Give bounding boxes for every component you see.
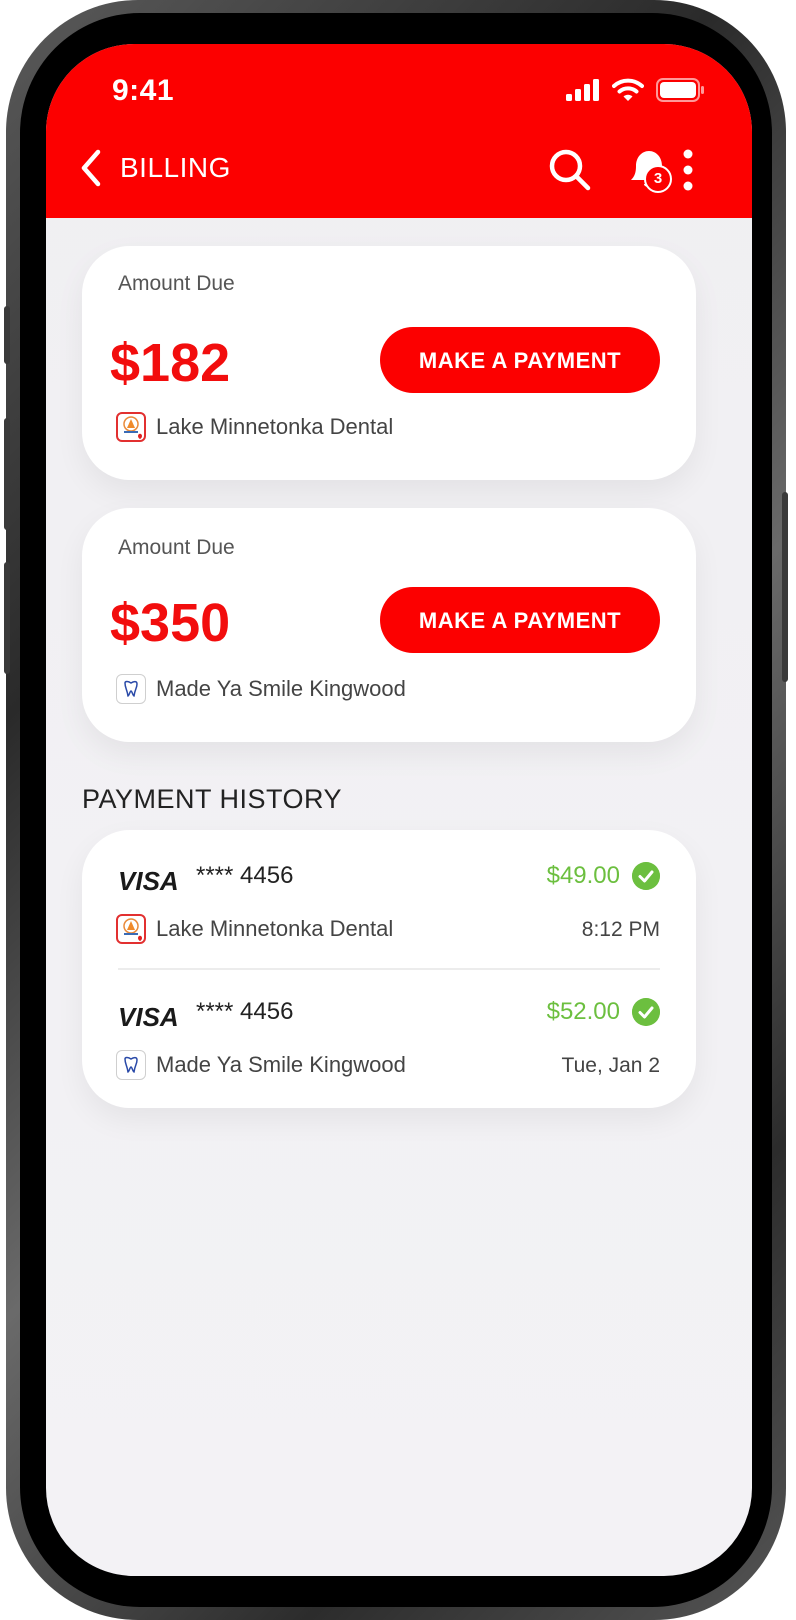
made-ya-smile-logo <box>116 1050 146 1080</box>
volume-down-button <box>4 562 10 674</box>
amount-due-card: Amount Due $182 MAKE A PAYMENT Lake Minn… <box>82 246 696 480</box>
lake-minnetonka-dental-logo <box>116 914 146 944</box>
battery-icon <box>656 78 704 102</box>
check-circle-icon <box>632 998 660 1026</box>
payment-time: 8:12 PM <box>581 918 660 941</box>
card-number: **** 4456 <box>196 862 294 889</box>
make-payment-button[interactable]: MAKE A PAYMENT <box>380 587 660 653</box>
clinic-row: Lake Minnetonka Dental <box>116 412 393 442</box>
status-time: 9:41 <box>112 74 175 107</box>
visa-logo: VISA <box>118 1002 179 1032</box>
notification-badge: 3 <box>644 165 672 193</box>
payment-amount: $52.00 <box>546 998 620 1025</box>
clinic-name: Made Ya Smile Kingwood <box>156 1052 406 1077</box>
payment-amount: $49.00 <box>546 862 620 889</box>
check-circle-icon <box>632 862 660 890</box>
search-icon[interactable] <box>548 148 592 192</box>
amount-due-label: Amount Due <box>118 272 235 295</box>
clinic-name: Lake Minnetonka Dental <box>156 414 394 439</box>
amount-due-card: Amount Due $350 MAKE A PAYMENT Made Ya S… <box>82 508 696 742</box>
clinic-row: Made Ya Smile Kingwood <box>116 674 406 704</box>
payment-history-title: PAYMENT HISTORY <box>82 784 343 814</box>
status-icons <box>566 78 704 102</box>
amount-due-label: Amount Due <box>118 536 235 559</box>
payment-history-card: VISA **** 4456 $49.00 Lake Minnetonka De… <box>82 830 696 1108</box>
amount-due-value: $350 <box>110 593 231 653</box>
wifi-icon <box>612 78 644 101</box>
action-button <box>4 306 10 364</box>
payment-history-row[interactable]: VISA **** 4456 $49.00 Lake Minnetonka De… <box>116 860 660 970</box>
back-icon[interactable] <box>76 148 110 188</box>
cellular-signal-icon <box>566 79 599 101</box>
clinic-row: Lake Minnetonka Dental <box>116 914 393 944</box>
divider <box>118 968 660 970</box>
amount-due-value: $182 <box>110 333 231 393</box>
clinic-row: Made Ya Smile Kingwood <box>116 1050 406 1080</box>
payment-history-row[interactable]: VISA **** 4456 $52.00 Made Ya Smile King… <box>116 996 660 1106</box>
power-button <box>782 492 788 682</box>
clinic-name: Made Ya Smile Kingwood <box>156 676 406 701</box>
volume-up-button <box>4 418 10 530</box>
payment-time: Tue, Jan 2 <box>561 1054 660 1077</box>
visa-logo: VISA <box>118 866 179 896</box>
page-title: BILLING <box>120 152 231 183</box>
made-ya-smile-logo <box>116 674 146 704</box>
clinic-name: Lake Minnetonka Dental <box>156 916 394 941</box>
make-payment-button[interactable]: MAKE A PAYMENT <box>380 327 660 393</box>
app-screen: 9:41 BILLING 3 Amount Due $182 MAKE A PA… <box>46 44 752 1576</box>
card-number: **** 4456 <box>196 998 294 1025</box>
more-options-icon[interactable] <box>678 148 698 192</box>
lake-minnetonka-dental-logo <box>116 412 146 442</box>
app-header: 9:41 BILLING 3 <box>46 44 752 218</box>
